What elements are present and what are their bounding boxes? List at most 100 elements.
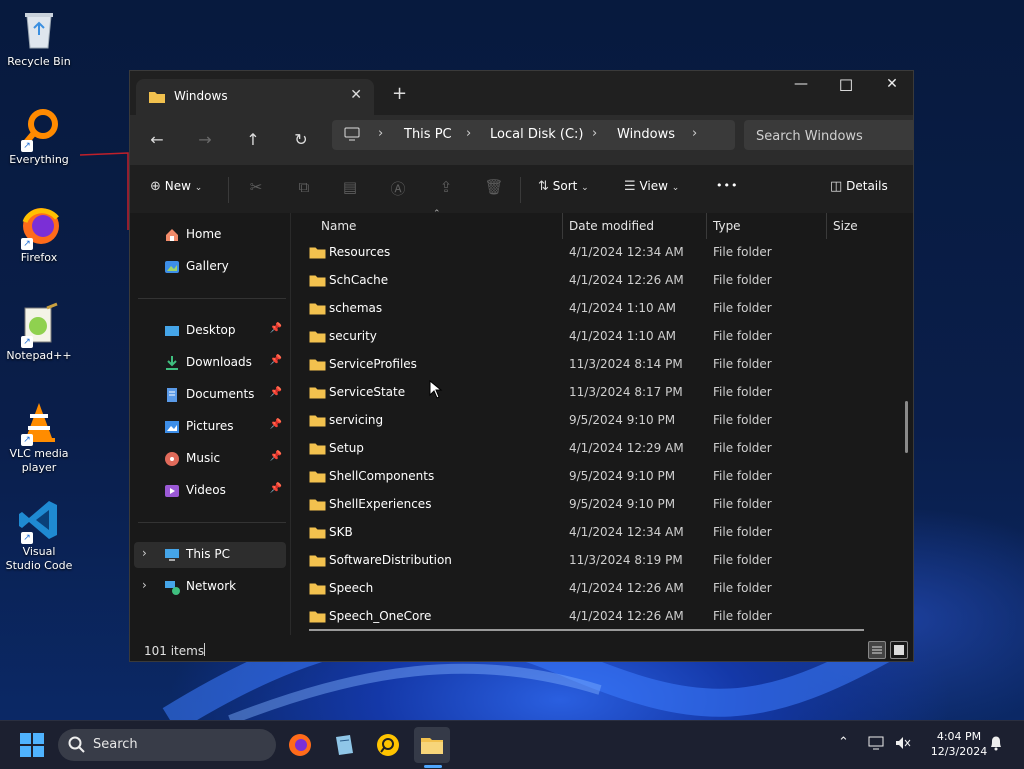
- desktop-icon-firefox[interactable]: ↗ Firefox: [4, 204, 74, 265]
- system-clock[interactable]: 4:04 PM 12/3/2024: [920, 729, 998, 759]
- close-tab-icon[interactable]: ✕: [350, 87, 362, 103]
- desktop-icon-recycle-bin[interactable]: Recycle Bin: [4, 8, 74, 69]
- sidebar-item-videos[interactable]: Videos 📌: [134, 478, 286, 504]
- column-header-date[interactable]: Date modified: [569, 219, 654, 233]
- sort-label: Sort: [552, 179, 578, 193]
- up-button[interactable]: ↑: [240, 127, 266, 153]
- column-header-size[interactable]: Size: [833, 219, 858, 233]
- back-button[interactable]: ←: [144, 127, 170, 153]
- new-tab-button[interactable]: +: [392, 83, 407, 104]
- folder-icon: [309, 330, 326, 346]
- breadcrumb-chevron-icon[interactable]: ›: [466, 126, 471, 141]
- table-row[interactable]: Resources 4/1/2024 12:34 AM File folder: [301, 239, 901, 267]
- breadcrumb-chevron-icon[interactable]: ›: [592, 126, 597, 141]
- table-row[interactable]: security 4/1/2024 1:10 AM File folder: [301, 323, 901, 351]
- view-button[interactable]: ☰ View ⌄: [624, 179, 679, 194]
- new-button[interactable]: ⊕ New ⌄: [150, 179, 202, 194]
- pin-icon[interactable]: 📌: [270, 419, 282, 430]
- minimize-button[interactable]: —: [778, 76, 824, 92]
- folder-icon: [309, 554, 326, 570]
- table-row[interactable]: ServiceState 11/3/2024 8:17 PM File folder: [301, 379, 901, 407]
- column-divider[interactable]: [826, 213, 827, 239]
- sidebar-item-documents[interactable]: Documents 📌: [134, 382, 286, 408]
- more-options-button[interactable]: •••: [716, 179, 738, 192]
- refresh-button[interactable]: ↻: [288, 127, 314, 153]
- table-row[interactable]: Speech 4/1/2024 12:26 AM File folder: [301, 575, 901, 603]
- tab-windows[interactable]: Windows ✕: [136, 79, 374, 115]
- desktop-icon-vscode[interactable]: ↗ Visual Studio Code: [4, 498, 74, 573]
- sidebar-item-music[interactable]: Music 📌: [134, 446, 286, 472]
- table-row[interactable]: ShellComponents 9/5/2024 9:10 PM File fold…: [301, 463, 901, 491]
- table-row[interactable]: SoftwareDistribution 11/3/2024 8:19 PM Fil…: [301, 547, 901, 575]
- column-header-type[interactable]: Type: [713, 219, 741, 233]
- vertical-scrollbar[interactable]: [905, 401, 908, 453]
- notification-bell-icon[interactable]: [988, 735, 1004, 755]
- pin-icon[interactable]: 📌: [270, 323, 282, 334]
- sidebar-item-gallery[interactable]: Gallery: [134, 254, 286, 280]
- details-view-button[interactable]: [868, 641, 886, 659]
- taskbar-firefox[interactable]: [282, 727, 318, 763]
- desktop-icon-everything[interactable]: ↗ Everything: [4, 106, 74, 167]
- taskbar-search[interactable]: Search: [58, 729, 276, 761]
- search-box[interactable]: [744, 120, 913, 150]
- copy-icon[interactable]: ⧉: [294, 178, 314, 196]
- desktop-icon-label: Notepad++: [6, 349, 72, 362]
- shortcut-arrow-icon: ↗: [21, 532, 33, 544]
- pin-icon[interactable]: 📌: [270, 483, 282, 494]
- firefox-icon: [289, 734, 311, 756]
- start-button[interactable]: [20, 733, 44, 760]
- share-icon[interactable]: ⇪: [436, 178, 456, 196]
- pin-icon[interactable]: 📌: [270, 355, 282, 366]
- details-pane-button[interactable]: ◫ Details: [830, 179, 888, 194]
- paste-icon[interactable]: ▤: [340, 178, 360, 196]
- desktop-icon-notepadpp[interactable]: ↗ Notepad++: [4, 302, 74, 363]
- table-row[interactable]: ShellExperiences 9/5/2024 9:10 PM File fol…: [301, 491, 901, 519]
- sidebar-item-network[interactable]: › Network: [134, 574, 286, 600]
- network-status-icon[interactable]: [868, 735, 886, 755]
- table-row[interactable]: SchCache 4/1/2024 12:26 AM File folder: [301, 267, 901, 295]
- breadcrumb-local-disk[interactable]: Local Disk (C:): [490, 127, 583, 142]
- sidebar-item-pictures[interactable]: Pictures 📌: [134, 414, 286, 440]
- file-name: security: [329, 329, 377, 343]
- taskbar-file-explorer[interactable]: [414, 727, 450, 763]
- table-row[interactable]: schemas 4/1/2024 1:10 AM File folder: [301, 295, 901, 323]
- chevron-right-icon[interactable]: ›: [142, 546, 147, 560]
- table-row[interactable]: SKB 4/1/2024 12:34 AM File folder: [301, 519, 901, 547]
- title-bar[interactable]: Windows ✕ + — ☐ ✕: [130, 71, 913, 115]
- chevron-right-icon[interactable]: ›: [142, 578, 147, 592]
- desktop-icon-vlc[interactable]: ↗ VLC media player: [4, 400, 74, 475]
- column-divider[interactable]: [562, 213, 563, 239]
- forward-button[interactable]: →: [192, 127, 218, 153]
- taskbar-notepad[interactable]: [326, 727, 362, 763]
- search-input[interactable]: [754, 126, 913, 146]
- table-row[interactable]: Setup 4/1/2024 12:29 AM File folder: [301, 435, 901, 463]
- sidebar-item-home[interactable]: Home: [134, 222, 286, 248]
- column-header-name[interactable]: Name: [321, 219, 356, 233]
- cut-icon[interactable]: ✂: [246, 178, 266, 196]
- show-hidden-icons-chevron[interactable]: ⌃: [838, 735, 849, 750]
- large-icons-view-button[interactable]: [890, 641, 908, 659]
- address-bar[interactable]: › This PC › Local Disk (C:) › Windows ›: [332, 120, 735, 150]
- maximize-button[interactable]: ☐: [823, 76, 869, 95]
- sidebar-item-desktop[interactable]: Desktop 📌: [134, 318, 286, 344]
- horizontal-scrollbar[interactable]: [309, 629, 864, 631]
- sidebar-item-downloads[interactable]: Downloads 📌: [134, 350, 286, 376]
- breadcrumb-windows[interactable]: Windows: [617, 127, 675, 142]
- table-row[interactable]: Speech_OneCore 4/1/2024 12:26 AM File fold…: [301, 603, 901, 631]
- pin-icon[interactable]: 📌: [270, 387, 282, 398]
- delete-icon[interactable]: 🗑: [484, 178, 504, 196]
- notepad-plus-plus-icon: ↗: [17, 302, 61, 348]
- breadcrumb-chevron-icon[interactable]: ›: [692, 126, 697, 141]
- volume-muted-icon[interactable]: [894, 735, 912, 755]
- sort-button[interactable]: ⇅ Sort ⌄: [538, 179, 589, 194]
- close-window-button[interactable]: ✕: [869, 76, 913, 92]
- breadcrumb-this-pc[interactable]: This PC: [404, 127, 452, 142]
- table-row[interactable]: ServiceProfiles 11/3/2024 8:14 PM File fol…: [301, 351, 901, 379]
- sidebar-item-this-pc[interactable]: › This PC: [134, 542, 286, 568]
- taskbar-everything[interactable]: [370, 727, 406, 763]
- table-row[interactable]: servicing 9/5/2024 9:10 PM File folder: [301, 407, 901, 435]
- column-divider[interactable]: [706, 213, 707, 239]
- rename-icon[interactable]: Ⓐ: [388, 178, 408, 199]
- breadcrumb-chevron-icon[interactable]: ›: [378, 126, 383, 141]
- pin-icon[interactable]: 📌: [270, 451, 282, 462]
